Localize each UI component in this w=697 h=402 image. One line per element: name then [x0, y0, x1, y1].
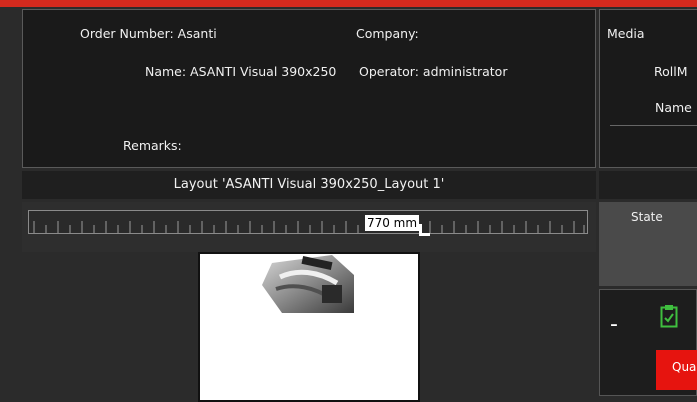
media-divider — [610, 125, 697, 126]
media-title: Media — [607, 26, 645, 41]
ruler[interactable]: 770 mm — [28, 210, 588, 234]
remarks: Remarks: — [123, 138, 182, 153]
print-job-thumbnail[interactable] — [262, 255, 354, 313]
queue-panel: - Qua — [599, 289, 697, 396]
right-strip — [599, 171, 697, 199]
queue-button[interactable]: Qua — [656, 350, 697, 390]
operator: Operator: administrator — [359, 64, 508, 79]
state-label: State — [631, 210, 663, 224]
media-page[interactable] — [198, 252, 420, 402]
top-accent-bar — [0, 0, 697, 7]
order-number: Order Number: Asanti — [80, 26, 217, 41]
media-name-label: Name — [655, 100, 692, 115]
media-panel: Media RollM Name — [599, 9, 697, 168]
clipboard-check-icon[interactable] — [660, 304, 678, 328]
ruler-pointer-icon[interactable] — [417, 224, 431, 238]
layout-canvas[interactable] — [22, 252, 596, 402]
order-name: Name: ASANTI Visual 390x250 — [145, 64, 337, 79]
order-info-panel: Order Number: Asanti Company: Name: ASAN… — [22, 9, 596, 168]
queue-button-label: Qua — [672, 360, 697, 374]
ruler-ticks — [33, 221, 585, 233]
state-panel: State — [599, 202, 697, 286]
ruler-value: 770 mm — [365, 215, 419, 231]
collapse-button[interactable]: - — [610, 312, 618, 337]
layout-title-bar: Layout 'ASANTI Visual 390x250_Layout 1' — [22, 171, 596, 199]
media-roll-label: RollM — [654, 64, 688, 79]
company: Company: — [356, 26, 419, 41]
layout-title: Layout 'ASANTI Visual 390x250_Layout 1' — [173, 177, 445, 192]
ruler-area: 770 mm — [22, 202, 596, 252]
